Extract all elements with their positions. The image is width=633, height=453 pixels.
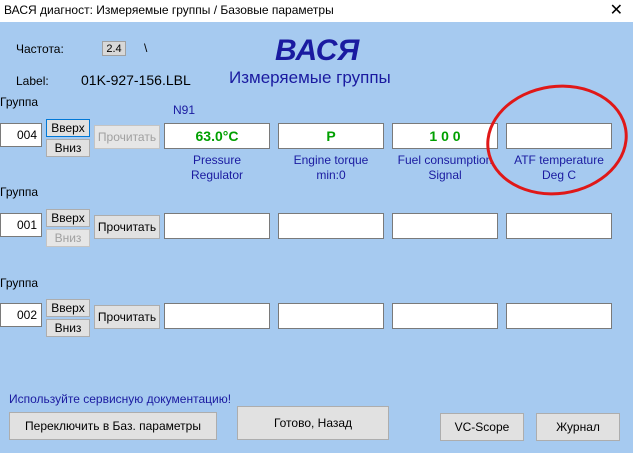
down-button[interactable]: Вниз [46,319,90,337]
title-bar: ВАСЯ диагност: Измеряемые группы / Базов… [0,0,633,22]
value-field-1 [164,213,270,239]
label-caption: Label: [16,74,49,88]
journal-button[interactable]: Журнал [536,413,620,441]
caption-line: Fuel consumption [397,153,493,167]
value-field-4 [506,303,612,329]
up-button[interactable]: Вверх [46,209,90,227]
group-label: Группа [0,185,39,199]
value-field-2: P [278,123,384,149]
read-button[interactable]: Прочитать [94,215,160,239]
caption-line: Engine torque [293,153,369,167]
value-field-3: 1 0 0 [392,123,498,149]
read-button[interactable]: Прочитать [94,305,160,329]
down-button[interactable]: Вниз [46,139,90,157]
value-field-1: 63.0°C [164,123,270,149]
vc-scope-button[interactable]: VC-Scope [440,413,524,441]
value-caption-3: Fuel consumption Signal [392,153,498,183]
group-number-input[interactable]: 001 [0,213,42,237]
value-field-3 [392,303,498,329]
annotation-circle [479,75,633,205]
caption-line: Pressure [192,153,242,167]
close-icon[interactable]: ✕ [610,0,623,20]
group-label: Группа [0,276,39,290]
page-subtitle: Измеряемые группы [229,68,391,87]
done-back-button[interactable]: Готово, Назад [237,406,389,440]
label-file: 01K-927-156.LBL [81,72,191,88]
value-field-3 [392,213,498,239]
up-button[interactable]: Вверх [46,299,90,317]
value-field-4 [506,213,612,239]
frequency-value: 2.4 [102,41,126,56]
group-extra-label: N91 [173,103,196,117]
value-caption-1: Pressure Regulator [164,153,270,183]
value-field-1 [164,303,270,329]
service-doc-hint: Используйте сервисную документацию! [9,392,232,406]
switch-basic-settings-button[interactable]: Переключить в Баз. параметры [9,412,217,440]
value-field-2 [278,213,384,239]
down-button[interactable]: Вниз [46,229,90,247]
caption-line: Signal [428,168,462,182]
group-number-input[interactable]: 002 [0,303,42,327]
value-caption-2: Engine torque min:0 [278,153,384,183]
frequency-label: Частота: [16,42,64,56]
read-button[interactable]: Прочитать [94,125,160,149]
up-button[interactable]: Вверх [46,119,90,137]
caption-line: min:0 [316,168,346,182]
main-panel: Частота: 2.4 \ Label: 01K-927-156.LBL ВА… [0,22,633,453]
caption-line: Regulator [190,168,244,182]
app-logo-text: ВАСЯ [275,34,360,67]
activity-spinner: \ [144,41,148,55]
window-title: ВАСЯ диагност: Измеряемые группы / Базов… [4,3,334,17]
group-label: Группа [0,95,39,109]
value-field-2 [278,303,384,329]
group-number-input[interactable]: 004 [0,123,42,147]
